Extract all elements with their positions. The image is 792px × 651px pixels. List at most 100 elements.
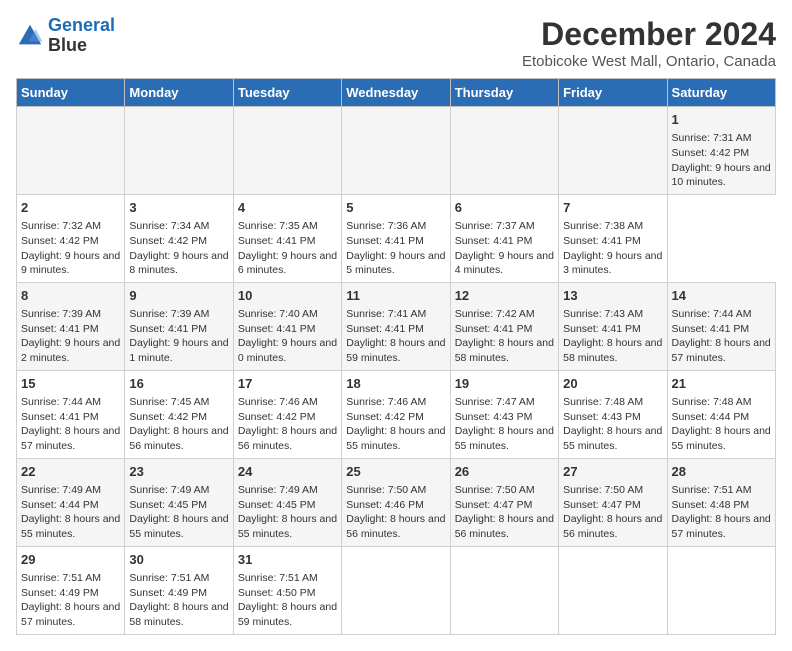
sunset-time: Sunset: 4:42 PM: [129, 411, 207, 423]
daylight-hours: Daylight: 9 hours and 3 minutes.: [563, 250, 662, 277]
calendar-cell: [125, 107, 233, 195]
daylight-hours: Daylight: 8 hours and 56 minutes.: [563, 513, 662, 540]
calendar-cell: 16 Sunrise: 7:45 AM Sunset: 4:42 PM Dayl…: [125, 370, 233, 458]
sunset-time: Sunset: 4:41 PM: [238, 235, 316, 247]
day-number: 14: [672, 287, 771, 305]
calendar-cell: 3 Sunrise: 7:34 AM Sunset: 4:42 PM Dayli…: [125, 194, 233, 282]
calendar-week-5: 22 Sunrise: 7:49 AM Sunset: 4:44 PM Dayl…: [17, 458, 776, 546]
daylight-hours: Daylight: 9 hours and 2 minutes.: [21, 337, 120, 364]
sunrise-time: Sunrise: 7:34 AM: [129, 220, 209, 232]
daylight-hours: Daylight: 9 hours and 10 minutes.: [672, 162, 771, 189]
calendar-cell: 9 Sunrise: 7:39 AM Sunset: 4:41 PM Dayli…: [125, 282, 233, 370]
day-number: 31: [238, 551, 337, 569]
sunrise-time: Sunrise: 7:50 AM: [346, 484, 426, 496]
daylight-hours: Daylight: 9 hours and 6 minutes.: [238, 250, 337, 277]
calendar-cell: [559, 546, 667, 634]
sunrise-time: Sunrise: 7:50 AM: [455, 484, 535, 496]
sunset-time: Sunset: 4:44 PM: [672, 411, 750, 423]
day-number: 4: [238, 199, 337, 217]
sunrise-time: Sunrise: 7:49 AM: [21, 484, 101, 496]
day-number: 3: [129, 199, 228, 217]
day-number: 5: [346, 199, 445, 217]
daylight-hours: Daylight: 9 hours and 4 minutes.: [455, 250, 554, 277]
day-number: 28: [672, 463, 771, 481]
calendar-cell: [559, 107, 667, 195]
day-number: 12: [455, 287, 554, 305]
daylight-hours: Daylight: 8 hours and 55 minutes.: [129, 513, 228, 540]
sunset-time: Sunset: 4:45 PM: [129, 499, 207, 511]
day-number: 7: [563, 199, 662, 217]
calendar-week-1: 1 Sunrise: 7:31 AM Sunset: 4:42 PM Dayli…: [17, 107, 776, 195]
col-header-sunday: Sunday: [17, 79, 125, 107]
sunset-time: Sunset: 4:47 PM: [563, 499, 641, 511]
calendar-cell: 23 Sunrise: 7:49 AM Sunset: 4:45 PM Dayl…: [125, 458, 233, 546]
daylight-hours: Daylight: 8 hours and 55 minutes.: [455, 425, 554, 452]
sunset-time: Sunset: 4:48 PM: [672, 499, 750, 511]
calendar-cell: 13 Sunrise: 7:43 AM Sunset: 4:41 PM Dayl…: [559, 282, 667, 370]
calendar-cell: 7 Sunrise: 7:38 AM Sunset: 4:41 PM Dayli…: [559, 194, 667, 282]
day-number: 30: [129, 551, 228, 569]
daylight-hours: Daylight: 8 hours and 56 minutes.: [129, 425, 228, 452]
day-number: 1: [672, 111, 771, 129]
logo: General Blue: [16, 16, 115, 56]
day-number: 9: [129, 287, 228, 305]
calendar-week-6: 29 Sunrise: 7:51 AM Sunset: 4:49 PM Dayl…: [17, 546, 776, 634]
calendar-cell: 5 Sunrise: 7:36 AM Sunset: 4:41 PM Dayli…: [342, 194, 450, 282]
day-number: 24: [238, 463, 337, 481]
daylight-hours: Daylight: 8 hours and 55 minutes.: [21, 513, 120, 540]
daylight-hours: Daylight: 8 hours and 55 minutes.: [346, 425, 445, 452]
sunset-time: Sunset: 4:41 PM: [21, 323, 99, 335]
sunset-time: Sunset: 4:42 PM: [129, 235, 207, 247]
calendar-cell: 12 Sunrise: 7:42 AM Sunset: 4:41 PM Dayl…: [450, 282, 558, 370]
calendar-cell: 19 Sunrise: 7:47 AM Sunset: 4:43 PM Dayl…: [450, 370, 558, 458]
daylight-hours: Daylight: 9 hours and 9 minutes.: [21, 250, 120, 277]
sunrise-time: Sunrise: 7:48 AM: [672, 396, 752, 408]
col-header-monday: Monday: [125, 79, 233, 107]
sunset-time: Sunset: 4:41 PM: [346, 323, 424, 335]
sunset-time: Sunset: 4:41 PM: [455, 323, 533, 335]
day-number: 22: [21, 463, 120, 481]
sunrise-time: Sunrise: 7:40 AM: [238, 308, 318, 320]
day-number: 25: [346, 463, 445, 481]
sunrise-time: Sunrise: 7:45 AM: [129, 396, 209, 408]
sunset-time: Sunset: 4:41 PM: [455, 235, 533, 247]
calendar-cell: [233, 107, 341, 195]
daylight-hours: Daylight: 8 hours and 57 minutes.: [672, 513, 771, 540]
day-number: 17: [238, 375, 337, 393]
day-number: 13: [563, 287, 662, 305]
sunset-time: Sunset: 4:41 PM: [563, 235, 641, 247]
daylight-hours: Daylight: 8 hours and 55 minutes.: [238, 513, 337, 540]
day-number: 8: [21, 287, 120, 305]
calendar-cell: 8 Sunrise: 7:39 AM Sunset: 4:41 PM Dayli…: [17, 282, 125, 370]
sunrise-time: Sunrise: 7:50 AM: [563, 484, 643, 496]
sunset-time: Sunset: 4:44 PM: [21, 499, 99, 511]
logo-text: General Blue: [48, 16, 115, 56]
daylight-hours: Daylight: 8 hours and 57 minutes.: [672, 337, 771, 364]
daylight-hours: Daylight: 8 hours and 55 minutes.: [672, 425, 771, 452]
daylight-hours: Daylight: 9 hours and 5 minutes.: [346, 250, 445, 277]
calendar-cell: 21 Sunrise: 7:48 AM Sunset: 4:44 PM Dayl…: [667, 370, 775, 458]
calendar-week-3: 8 Sunrise: 7:39 AM Sunset: 4:41 PM Dayli…: [17, 282, 776, 370]
day-number: 23: [129, 463, 228, 481]
sunset-time: Sunset: 4:42 PM: [21, 235, 99, 247]
sunset-time: Sunset: 4:50 PM: [238, 587, 316, 599]
calendar-cell: 2 Sunrise: 7:32 AM Sunset: 4:42 PM Dayli…: [17, 194, 125, 282]
daylight-hours: Daylight: 8 hours and 55 minutes.: [563, 425, 662, 452]
calendar-cell: [450, 107, 558, 195]
calendar-cell: 4 Sunrise: 7:35 AM Sunset: 4:41 PM Dayli…: [233, 194, 341, 282]
calendar-cell: [667, 546, 775, 634]
sunrise-time: Sunrise: 7:46 AM: [346, 396, 426, 408]
logo-icon: [16, 22, 44, 50]
sunrise-time: Sunrise: 7:39 AM: [21, 308, 101, 320]
calendar-cell: 25 Sunrise: 7:50 AM Sunset: 4:46 PM Dayl…: [342, 458, 450, 546]
daylight-hours: Daylight: 9 hours and 0 minutes.: [238, 337, 337, 364]
day-number: 2: [21, 199, 120, 217]
sunrise-time: Sunrise: 7:38 AM: [563, 220, 643, 232]
calendar-cell: [450, 546, 558, 634]
calendar-cell: 14 Sunrise: 7:44 AM Sunset: 4:41 PM Dayl…: [667, 282, 775, 370]
calendar-cell: 10 Sunrise: 7:40 AM Sunset: 4:41 PM Dayl…: [233, 282, 341, 370]
daylight-hours: Daylight: 8 hours and 59 minutes.: [346, 337, 445, 364]
calendar-cell: 29 Sunrise: 7:51 AM Sunset: 4:49 PM Dayl…: [17, 546, 125, 634]
sunset-time: Sunset: 4:42 PM: [346, 411, 424, 423]
col-header-tuesday: Tuesday: [233, 79, 341, 107]
